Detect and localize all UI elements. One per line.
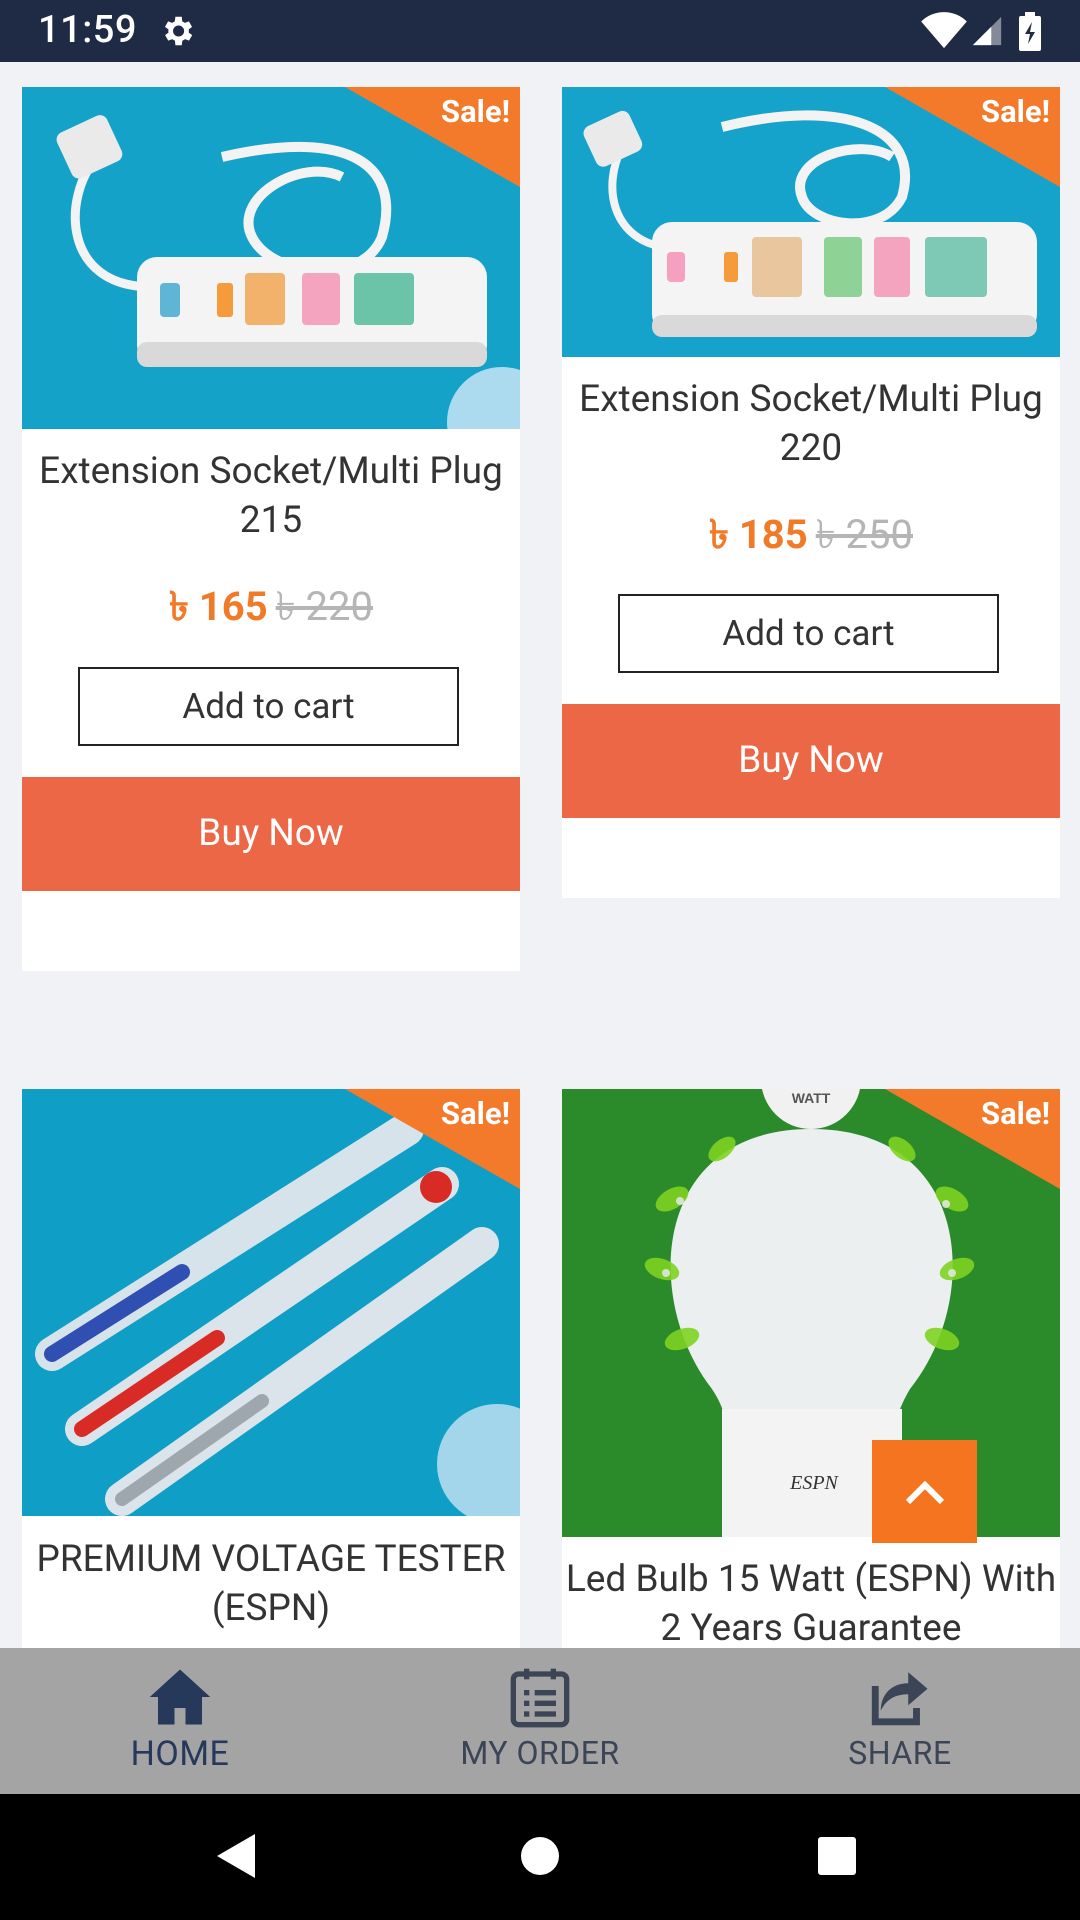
wifi-icon: [921, 12, 967, 49]
product-card[interactable]: Sale! PREMIUM VOLTAGE TESTER (ESPN): [22, 1089, 520, 1648]
nav-share[interactable]: SHARE: [780, 1648, 1020, 1794]
add-to-cart-button[interactable]: Add to cart: [78, 667, 459, 746]
nav-home[interactable]: HOME: [60, 1648, 300, 1794]
product-price: ৳ 185 ৳ 250: [562, 503, 1060, 570]
status-bar: 11:59: [0, 0, 1080, 62]
original-price: ৳ 250: [815, 511, 913, 558]
product-card[interactable]: Sale! Extension Socket/Multi Plug 215 ৳ …: [22, 87, 520, 971]
nav-share-label: SHARE: [848, 1734, 952, 1772]
voltage-tester-image[interactable]: Sale!: [22, 1089, 520, 1516]
sale-price: ৳ 185: [708, 511, 808, 558]
scroll-to-top-button[interactable]: [872, 1440, 977, 1543]
back-icon[interactable]: [215, 1832, 257, 1880]
sale-badge: Sale!: [440, 1095, 510, 1132]
chevron-up-icon: [905, 1480, 944, 1504]
product-title[interactable]: Led Bulb 15 Watt (ESPN) With 2 Years Gua…: [562, 1555, 1060, 1648]
sale-price: ৳ 165: [168, 583, 268, 630]
product-title[interactable]: PREMIUM VOLTAGE TESTER (ESPN): [22, 1535, 520, 1633]
status-time: 11:59: [38, 8, 137, 52]
nav-home-label: HOME: [130, 1734, 230, 1774]
bulb-watt-text: WATT: [792, 1090, 831, 1106]
gear-icon: [164, 16, 193, 46]
product-title[interactable]: Extension Socket/Multi Plug 220: [562, 375, 1060, 473]
system-navigation-bar: [0, 1794, 1080, 1920]
nav-my-order[interactable]: MY ORDER: [420, 1648, 660, 1794]
home-circle-icon[interactable]: [520, 1836, 560, 1876]
extension-socket-image[interactable]: Sale!: [22, 87, 520, 429]
home-icon: [149, 1669, 211, 1725]
product-card[interactable]: WATT ESPN Sale! Led Bulb 15 Watt (ESPN) …: [562, 1089, 1060, 1648]
nav-my-order-label: MY ORDER: [460, 1734, 620, 1772]
battery-icon: [1019, 12, 1041, 51]
original-price: ৳ 220: [275, 583, 373, 630]
buy-now-button[interactable]: Buy Now: [562, 704, 1060, 818]
product-card[interactable]: Sale! Extension Socket/Multi Plug 220 ৳ …: [562, 87, 1060, 898]
sale-badge: Sale!: [440, 93, 510, 130]
extension-socket-image[interactable]: Sale!: [562, 87, 1060, 357]
recents-icon[interactable]: [817, 1836, 857, 1876]
signal-icon: [972, 16, 1002, 46]
share-icon: [871, 1672, 928, 1726]
sale-badge: Sale!: [980, 1095, 1050, 1132]
sale-badge: Sale!: [980, 93, 1050, 130]
buy-now-button[interactable]: Buy Now: [22, 777, 520, 891]
product-price: ৳ 165 ৳ 220: [22, 575, 520, 642]
add-to-cart-button[interactable]: Add to cart: [618, 594, 999, 673]
order-list-icon: [510, 1668, 570, 1728]
bottom-navigation: HOME MY ORDER SHARE: [0, 1648, 1080, 1794]
bulb-brand-text: ESPN: [789, 1472, 839, 1494]
led-bulb-image[interactable]: WATT ESPN Sale!: [562, 1089, 1060, 1537]
product-title[interactable]: Extension Socket/Multi Plug 215: [22, 447, 520, 545]
